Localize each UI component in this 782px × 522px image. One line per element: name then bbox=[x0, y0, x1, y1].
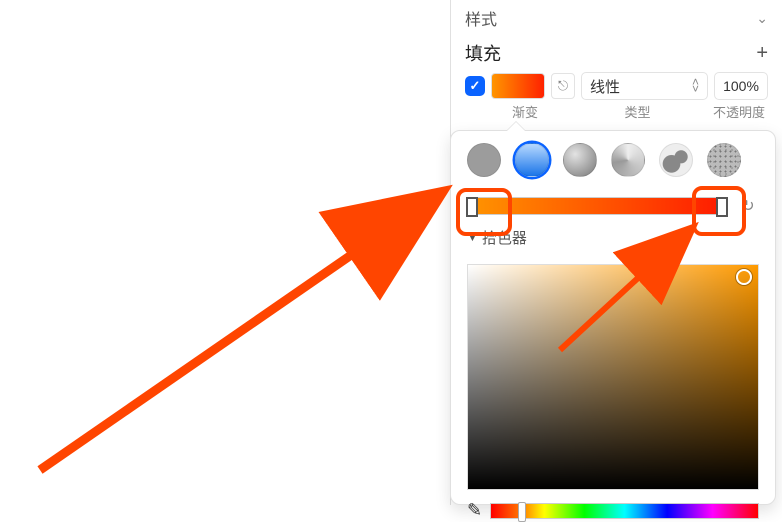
color-picker-popover: ↻ ▼ 拾色器 ✎ bbox=[450, 130, 776, 505]
fill-type-flat[interactable] bbox=[467, 143, 501, 177]
popover-arrow bbox=[507, 122, 525, 131]
gradient-bar[interactable] bbox=[467, 197, 727, 215]
gradient-sublabel: 渐变 bbox=[485, 102, 565, 121]
fill-type-radial[interactable] bbox=[563, 143, 597, 177]
fill-enabled-checkbox[interactable]: ✓ bbox=[465, 76, 485, 96]
disclosure-triangle-icon: ▼ bbox=[467, 232, 478, 244]
flip-gradient-button[interactable]: ↻ bbox=[737, 195, 759, 217]
gradient-editor-row: ↻ bbox=[451, 185, 775, 223]
chevron-down-icon: ⌄ bbox=[756, 10, 768, 27]
picker-label: 拾色器 bbox=[482, 227, 527, 248]
eyedropper-icon[interactable]: ✎ bbox=[467, 500, 482, 521]
canvas-area[interactable] bbox=[0, 0, 450, 505]
saturation-brightness-canvas[interactable] bbox=[467, 264, 759, 490]
type-select-value: 线性 bbox=[590, 76, 620, 97]
fill-controls-row: ✓ ⎋ 线性 ˄˅ 100% bbox=[451, 72, 782, 100]
fill-type-linear[interactable] bbox=[515, 143, 549, 177]
fill-color-swatch[interactable] bbox=[491, 73, 545, 99]
fill-type-noise[interactable] bbox=[707, 143, 741, 177]
fill-section-title: 填充 bbox=[465, 40, 501, 66]
fill-sublabels: 渐变 类型 不透明度 bbox=[451, 100, 782, 121]
gradient-stop-left[interactable] bbox=[466, 197, 478, 217]
check-icon: ✓ bbox=[470, 78, 481, 94]
stepper-icon: ˄˅ bbox=[692, 79, 699, 93]
fill-type-angular[interactable] bbox=[611, 143, 645, 177]
fill-type-image[interactable] bbox=[659, 143, 693, 177]
color-cursor[interactable] bbox=[736, 269, 752, 285]
opacity-sublabel: 不透明度 bbox=[710, 102, 768, 121]
gradient-type-select[interactable]: 线性 ˄˅ bbox=[581, 72, 708, 100]
opacity-value: 100% bbox=[723, 78, 759, 94]
style-section-label: 样式 bbox=[465, 6, 497, 30]
picker-section-header[interactable]: ▼ 拾色器 bbox=[451, 223, 775, 256]
type-sublabel: 类型 bbox=[571, 102, 704, 121]
style-section-header[interactable]: 样式 ⌄ bbox=[451, 0, 782, 36]
link-color-icon[interactable]: ⎋ bbox=[551, 73, 575, 99]
opacity-field[interactable]: 100% bbox=[714, 72, 768, 100]
add-fill-button[interactable]: + bbox=[756, 42, 768, 65]
gradient-stop-right[interactable] bbox=[716, 197, 728, 217]
fill-type-tabs bbox=[451, 131, 775, 185]
fill-section-header: 填充 + bbox=[451, 36, 782, 72]
hue-row: ✎ bbox=[451, 490, 775, 521]
